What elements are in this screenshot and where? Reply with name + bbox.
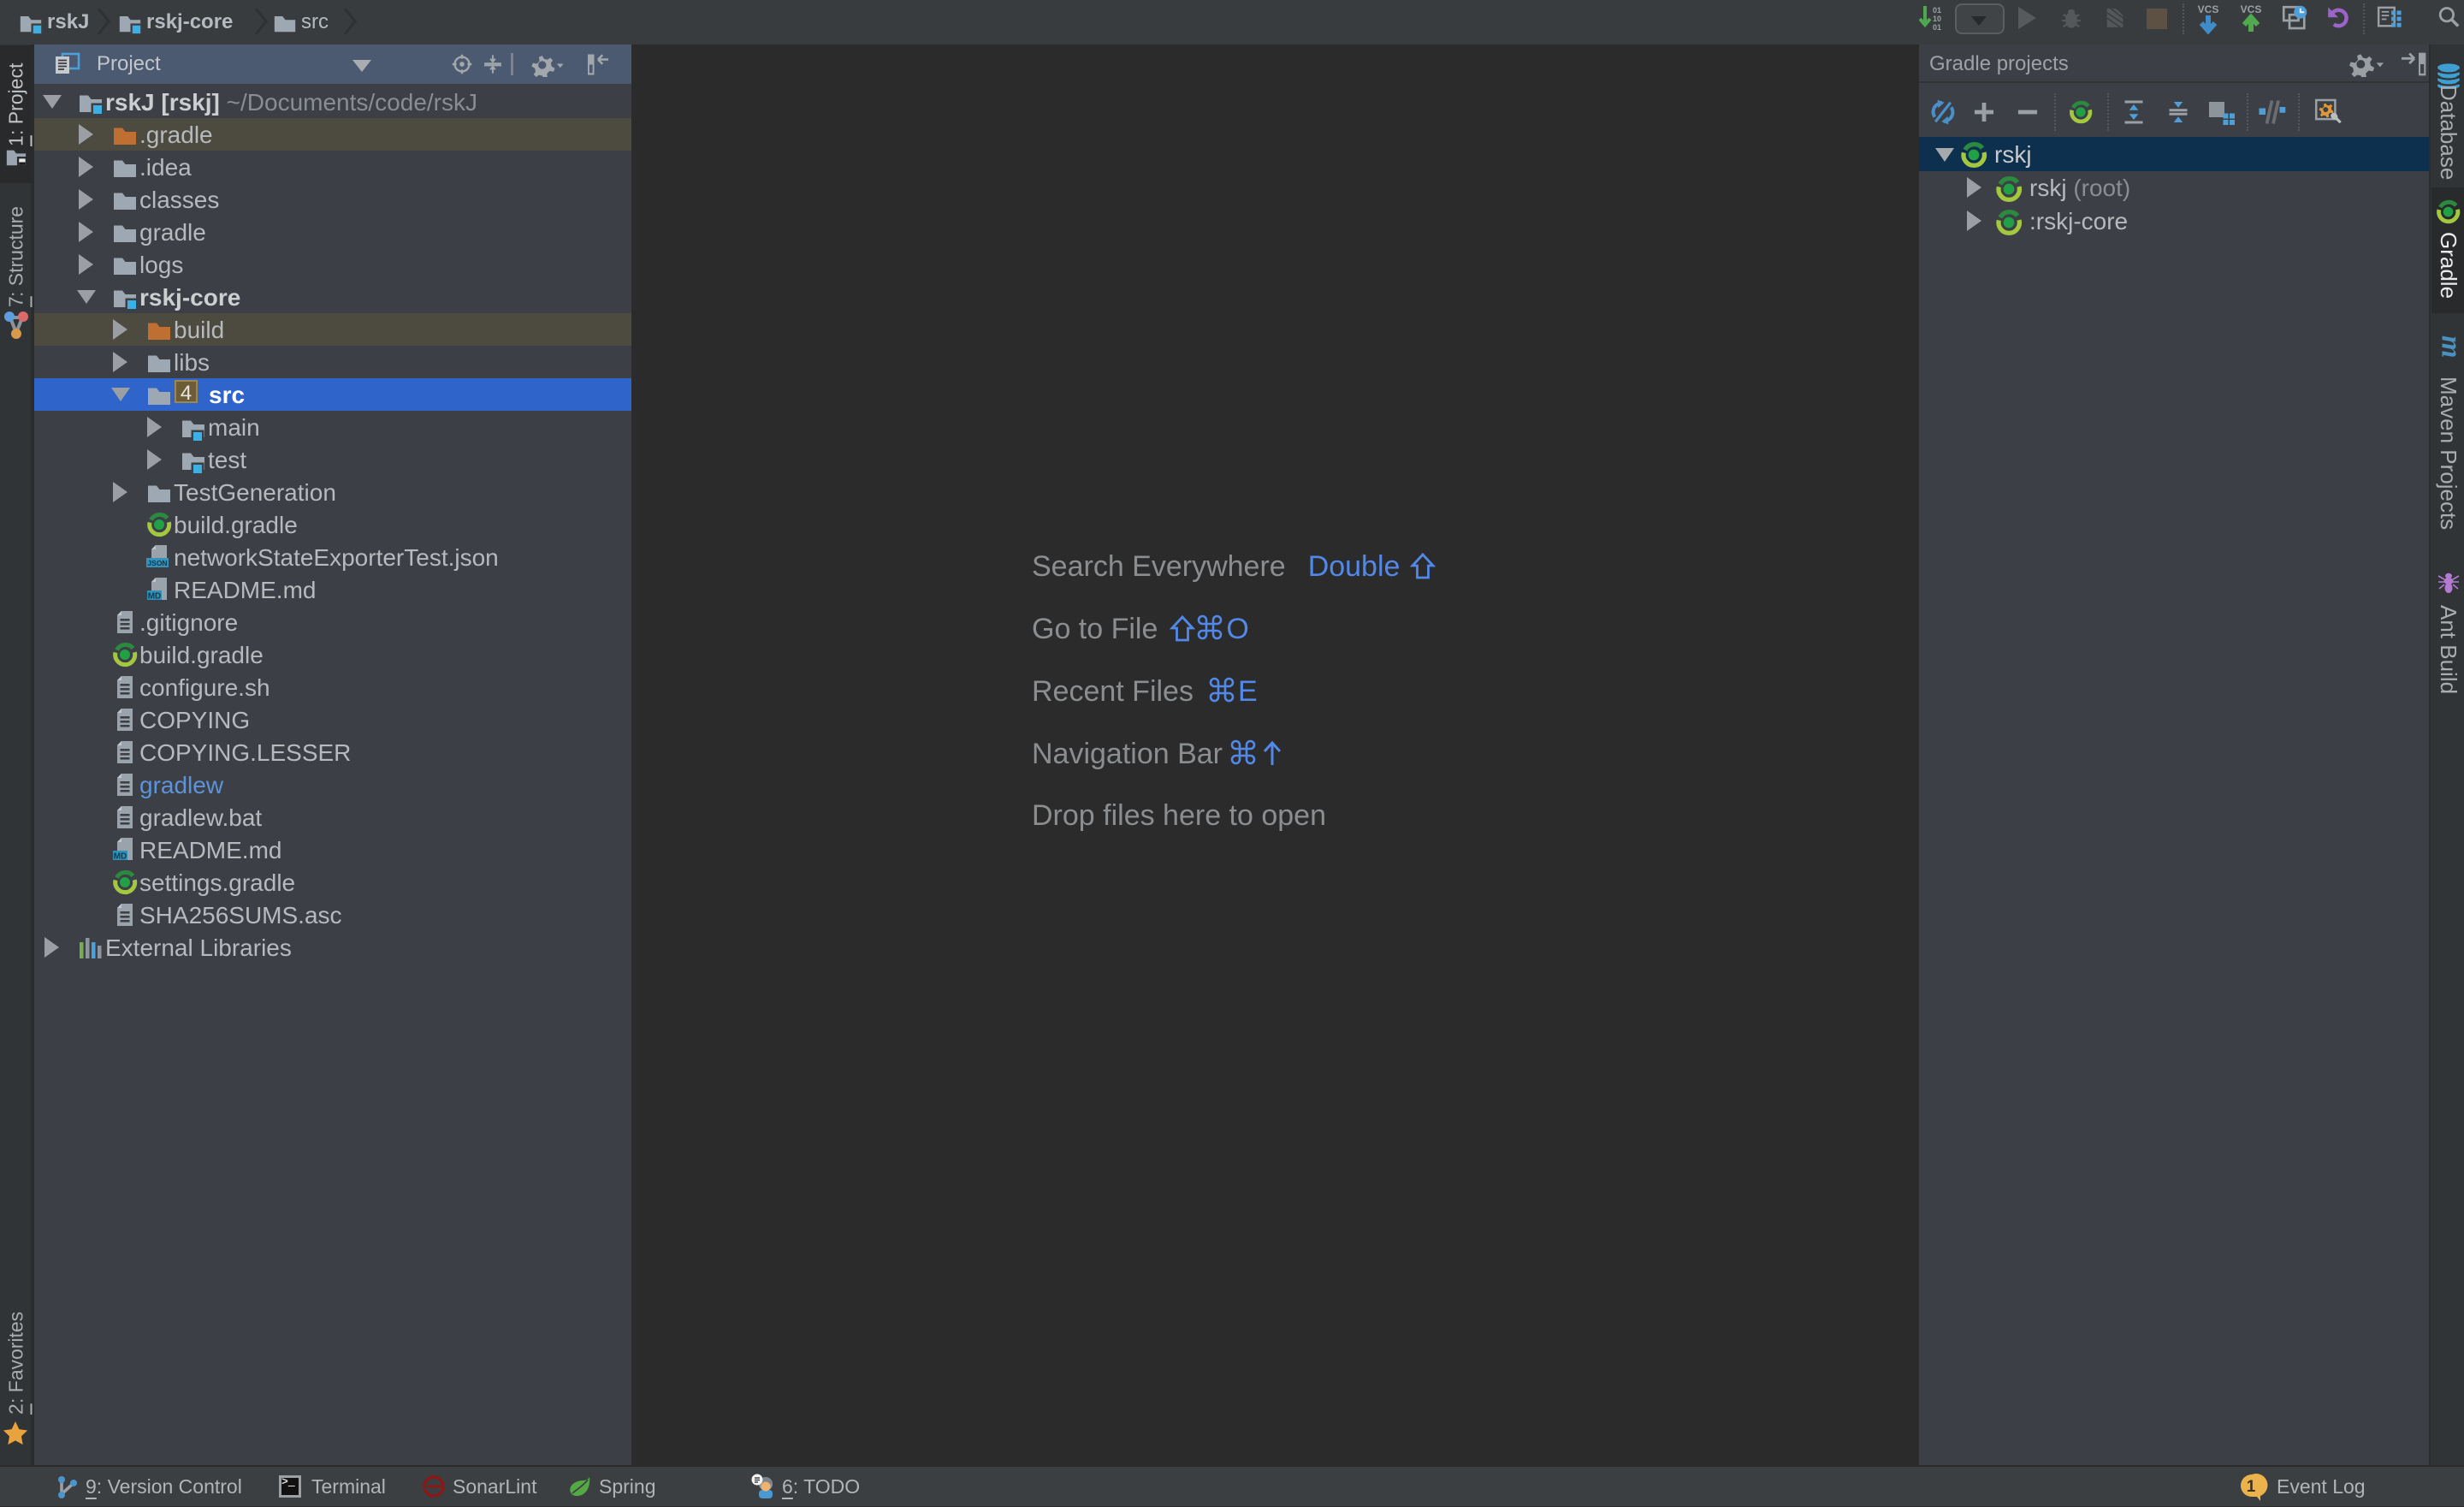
svg-text:01: 01 bbox=[1933, 23, 1941, 32]
svg-text:VCS: VCS bbox=[2198, 3, 2219, 15]
svg-text:1: 1 bbox=[2247, 1478, 2256, 1496]
svg-text:10: 10 bbox=[1933, 15, 1941, 23]
svg-text:01: 01 bbox=[1933, 6, 1941, 15]
